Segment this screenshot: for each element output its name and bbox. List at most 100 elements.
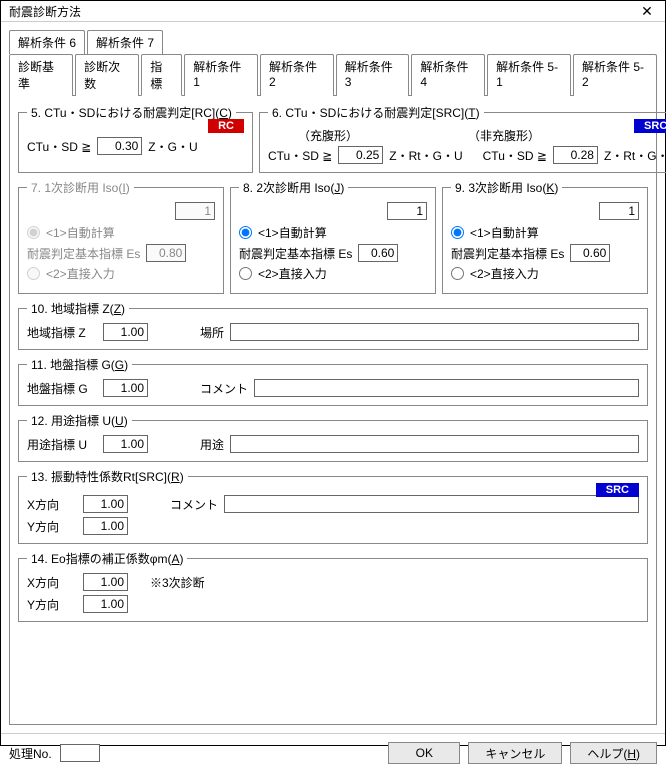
g7-radio-direct: [27, 267, 40, 280]
g13-comment-label: コメント: [170, 496, 218, 513]
g8-radio-direct[interactable]: [239, 267, 252, 280]
tab-kaiseki5-2[interactable]: 解析条件 5-2: [573, 54, 657, 96]
tab-shihyo[interactable]: 指標: [141, 54, 182, 96]
cancel-button[interactable]: キャンセル: [468, 742, 562, 764]
g11-comment-label: コメント: [200, 380, 248, 397]
g6-sub1: （充腹形）: [298, 127, 358, 144]
g12-label: 用途指標 U: [27, 436, 97, 453]
g6-lhs1: CTu・SD ≧: [268, 147, 332, 164]
group-12-legend: 12. 用途指標 U(U): [27, 412, 132, 429]
g10-place-label: 場所: [200, 324, 224, 341]
tab-shindanjishu[interactable]: 診断次数: [75, 54, 139, 96]
g10-label: 地域指標 Z: [27, 324, 97, 341]
tab-kaiseki3[interactable]: 解析条件 3: [336, 54, 410, 96]
group-11-legend: 11. 地盤指標 G(G): [27, 356, 132, 373]
group-13-rt: 13. 振動特性係数Rt[SRC](R) SRC X方向 コメント Y方向: [18, 468, 648, 544]
g6-rhs1: Z・Rt・G・U: [389, 147, 462, 164]
g8-radio-auto-label: <1>自動計算: [258, 224, 327, 241]
g6-rhs2: Z・Rt・G・U: [604, 147, 666, 164]
tab-kaiseki1[interactable]: 解析条件 1: [184, 54, 258, 96]
tab-shindankijun[interactable]: 診断基準: [9, 54, 73, 96]
g12-use-input[interactable]: [230, 435, 639, 453]
g13-x-label: X方向: [27, 496, 77, 513]
g5-rhs: Z・G・U: [148, 138, 197, 155]
g7-radio-direct-label: <2>直接入力: [46, 265, 115, 282]
rc-badge: RC: [208, 119, 244, 133]
tab-panel: 5. CTu・SDにおける耐震判定[RC](C) RC CTu・SD ≧ Z・G…: [9, 95, 657, 725]
g13-y-label: Y方向: [27, 518, 77, 535]
g13-comment-input[interactable]: [224, 495, 639, 513]
g9-es-input[interactable]: [570, 244, 610, 262]
content-area: 解析条件 6 解析条件 7 診断基準 診断次数 指標 解析条件 1 解析条件 2…: [1, 22, 665, 733]
group-10-z: 10. 地域指標 Z(Z) 地域指標 Z 場所: [18, 300, 648, 350]
g9-radio-auto[interactable]: [451, 226, 464, 239]
tab-kaiseki5-1[interactable]: 解析条件 5-1: [487, 54, 571, 96]
g12-value-input[interactable]: [103, 435, 148, 453]
ok-button[interactable]: OK: [388, 742, 460, 764]
src-badge-6: SRC: [634, 119, 666, 133]
g14-y-input[interactable]: [83, 595, 128, 613]
group-13-legend: 13. 振動特性係数Rt[SRC](R): [27, 468, 188, 485]
g8-radio-auto[interactable]: [239, 226, 252, 239]
proc-no-label: 処理No.: [9, 745, 52, 762]
tab-kaiseki7[interactable]: 解析条件 7: [87, 30, 163, 54]
g14-note: ※3次診断: [150, 574, 205, 591]
group-8-iso2: 8. 2次診断用 Iso(J) <1>自動計算 耐震判定基本指標 Es <2>直…: [230, 179, 436, 294]
g6-value2-input[interactable]: [553, 146, 598, 164]
g7-radio-auto: [27, 226, 40, 239]
group-7-legend: 7. 1次診断用 Iso(I): [27, 179, 134, 196]
g7-es-input: [146, 244, 186, 262]
group-11-g: 11. 地盤指標 G(G) 地盤指標 G コメント: [18, 356, 648, 406]
help-button[interactable]: ヘルプ(H): [570, 742, 657, 764]
g8-es-input[interactable]: [358, 244, 398, 262]
g14-x-label: X方向: [27, 574, 77, 591]
g9-top-input[interactable]: [599, 202, 639, 220]
g8-radio-direct-label: <2>直接入力: [258, 265, 327, 282]
g10-place-input[interactable]: [230, 323, 639, 341]
g11-value-input[interactable]: [103, 379, 148, 397]
group-6-legend: 6. CTu・SDにおける耐震判定[SRC](T): [268, 104, 484, 121]
g7-es-label: 耐震判定基本指標 Es: [27, 245, 140, 262]
g9-es-label: 耐震判定基本指標 Es: [451, 245, 564, 262]
group-12-u: 12. 用途指標 U(U) 用途指標 U 用途: [18, 412, 648, 462]
g13-y-input[interactable]: [83, 517, 128, 535]
g11-label: 地盤指標 G: [27, 380, 97, 397]
group-8-legend: 8. 2次診断用 Iso(J): [239, 179, 348, 196]
titlebar: 耐震診断方法 ✕: [1, 1, 665, 22]
g8-top-input[interactable]: [387, 202, 427, 220]
g9-radio-auto-label: <1>自動計算: [470, 224, 539, 241]
g5-value-input[interactable]: [97, 137, 142, 155]
g6-value1-input[interactable]: [338, 146, 383, 164]
g12-use-label: 用途: [200, 436, 224, 453]
g9-radio-direct[interactable]: [451, 267, 464, 280]
g6-sub2: （非充腹形）: [468, 127, 540, 144]
group-10-legend: 10. 地域指標 Z(Z): [27, 300, 129, 317]
g14-y-label: Y方向: [27, 596, 77, 613]
group-5-rc: 5. CTu・SDにおける耐震判定[RC](C) RC CTu・SD ≧ Z・G…: [18, 104, 253, 173]
tabs-row-1: 解析条件 6 解析条件 7: [9, 30, 657, 54]
tab-kaiseki4[interactable]: 解析条件 4: [411, 54, 485, 96]
window-title: 耐震診断方法: [9, 3, 633, 20]
g5-lhs: CTu・SD ≧: [27, 138, 91, 155]
main-window: 耐震診断方法 ✕ 解析条件 6 解析条件 7 診断基準 診断次数 指標 解析条件…: [0, 0, 666, 746]
g6-lhs2: CTu・SD ≧: [483, 147, 547, 164]
proc-no-input[interactable]: [60, 744, 100, 762]
g7-radio-auto-label: <1>自動計算: [46, 224, 115, 241]
g7-top-input: [175, 202, 215, 220]
g10-value-input[interactable]: [103, 323, 148, 341]
g13-x-input[interactable]: [83, 495, 128, 513]
g11-comment-input[interactable]: [254, 379, 639, 397]
top-row: 5. CTu・SDにおける耐震判定[RC](C) RC CTu・SD ≧ Z・G…: [18, 104, 648, 179]
close-icon[interactable]: ✕: [633, 1, 661, 21]
tab-kaiseki6[interactable]: 解析条件 6: [9, 30, 85, 54]
iso-row: 7. 1次診断用 Iso(I) <1>自動計算 耐震判定基本指標 Es <2>直…: [18, 179, 648, 300]
g14-x-input[interactable]: [83, 573, 128, 591]
group-7-iso1: 7. 1次診断用 Iso(I) <1>自動計算 耐震判定基本指標 Es <2>直…: [18, 179, 224, 294]
tab-kaiseki2[interactable]: 解析条件 2: [260, 54, 334, 96]
group-14-eo: 14. Eo指標の補正係数φm(A) X方向 ※3次診断 Y方向: [18, 550, 648, 622]
g8-es-label: 耐震判定基本指標 Es: [239, 245, 352, 262]
tabs-row-2: 診断基準 診断次数 指標 解析条件 1 解析条件 2 解析条件 3 解析条件 4…: [9, 54, 657, 96]
src-badge-13: SRC: [596, 483, 639, 497]
group-6-src: 6. CTu・SDにおける耐震判定[SRC](T) SRC （充腹形） （非充腹…: [259, 104, 666, 173]
group-14-legend: 14. Eo指標の補正係数φm(A): [27, 550, 187, 567]
